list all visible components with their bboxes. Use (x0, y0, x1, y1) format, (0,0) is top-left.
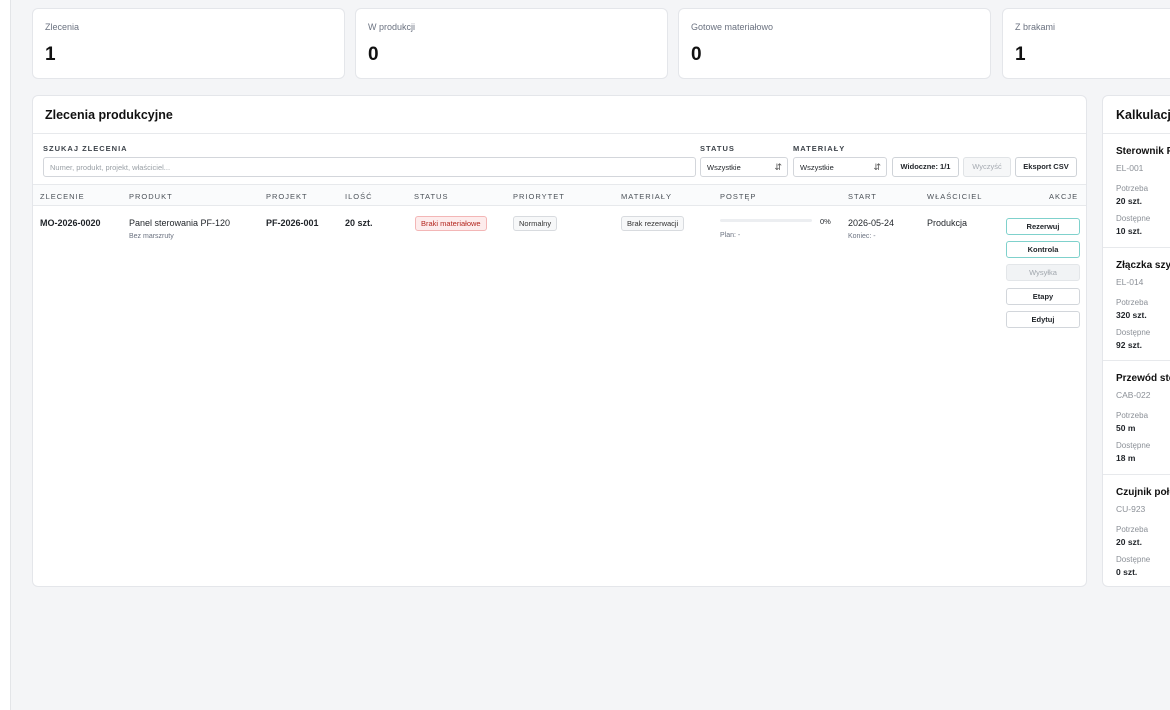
available-label: Dostępne (1116, 441, 1151, 450)
material-name: Złączka szynowa (1116, 260, 1170, 271)
search-label: SZUKAJ ZLECENIA (43, 144, 128, 153)
col-owner: WŁAŚCICIEL (927, 192, 983, 201)
materials-filter-select[interactable]: Wszystkie ⇵ (793, 157, 887, 177)
quantity: 20 szt. (345, 218, 373, 228)
progress-percent: 0% (820, 217, 831, 226)
material-code: EL-001 (1116, 163, 1144, 173)
available-value: 10 szt. (1116, 226, 1142, 236)
col-status: STATUS (414, 192, 449, 201)
divider (33, 133, 1086, 134)
export-csv-button[interactable]: Eksport CSV (1015, 157, 1077, 177)
col-product: PRODUKT (129, 192, 173, 201)
need-label: Potrzeba (1116, 184, 1149, 193)
need-label: Potrzeba (1116, 525, 1149, 534)
panel-title: Zlecenia produkcyjne (45, 108, 173, 122)
col-project: PROJEKT (266, 192, 308, 201)
order-number[interactable]: MO-2026-0020 (40, 218, 101, 228)
col-actions: AKCJE (1049, 192, 1079, 201)
col-qty: ILOŚĆ (345, 192, 373, 201)
table-header: ZLECENIE PRODUKT PROJEKT ILOŚĆ STATUS PR… (33, 184, 1086, 206)
stat-value: 0 (691, 44, 702, 65)
materials-filter-value: Wszystkie (800, 163, 834, 172)
need-value: 20 szt. (1116, 196, 1142, 206)
stat-value: 1 (1015, 44, 1026, 65)
material-code: EL-014 (1116, 277, 1144, 287)
edit-button[interactable]: Edytuj (1006, 311, 1080, 328)
col-progress: POSTĘP (720, 192, 757, 201)
end-date: Koniec: - (848, 233, 876, 240)
materials-filter-label: MATERIAŁY (793, 144, 846, 153)
product-name: Panel sterowania PF-120 (129, 218, 231, 228)
inspection-button[interactable]: Kontrola (1006, 241, 1080, 258)
visible-count-button[interactable]: Widoczne: 1/1 (892, 157, 959, 177)
col-materials: MATERIAŁY (621, 192, 672, 201)
need-label: Potrzeba (1116, 298, 1149, 307)
material-item: Sterownik PLC EL-001 Potrzeba 20 szt. Do… (1103, 133, 1170, 247)
shipment-button[interactable]: Wysyłka (1006, 264, 1080, 281)
status-filter-select[interactable]: Wszystkie ⇵ (700, 157, 788, 177)
materials-badge: Brak rezerwacji (621, 216, 685, 231)
stat-label: Gotowe materiałowo (691, 22, 774, 32)
material-item: Złączka szynowa EL-014 Potrzeba 320 szt.… (1103, 247, 1170, 361)
panel-title: Kalkulacja (1116, 108, 1170, 122)
status-filter-label: STATUS (700, 144, 735, 153)
material-code: CAB-022 (1116, 390, 1151, 400)
reserve-button[interactable]: Rezerwuj (1006, 218, 1080, 235)
stat-card-orders: Zlecenia 1 (32, 8, 345, 79)
stat-label: W produkcji (368, 22, 416, 32)
material-item: Przewód sterowniczy CAB-022 Potrzeba 50 … (1103, 360, 1170, 474)
start-date: 2026-05-24 (848, 218, 895, 228)
available-value: 18 m (1116, 453, 1136, 463)
owner: Produkcja (927, 218, 968, 228)
stat-card-material-ready: Gotowe materiałowo 0 (678, 8, 991, 79)
need-value: 20 szt. (1116, 537, 1142, 547)
col-start: START (848, 192, 877, 201)
material-name: Sterownik PLC (1116, 146, 1170, 157)
route-info: Bez marszruty (129, 233, 174, 240)
select-chevron-icon: ⇵ (873, 162, 881, 172)
status-badge: Braki materiałowe (415, 216, 487, 231)
available-label: Dostępne (1116, 214, 1151, 223)
col-priority: PRIORYTET (513, 192, 565, 201)
project-code: PF-2026-001 (266, 218, 319, 228)
material-code: CU-923 (1116, 504, 1146, 514)
available-value: 0 szt. (1116, 567, 1138, 577)
available-label: Dostępne (1116, 328, 1151, 337)
material-name: Czujnik położenia (1116, 487, 1170, 498)
need-value: 50 m (1116, 423, 1136, 433)
status-filter-value: Wszystkie (707, 163, 741, 172)
plan-info: Plan: - (720, 232, 741, 239)
select-chevron-icon: ⇵ (774, 162, 782, 172)
stat-label: Z brakami (1015, 22, 1056, 32)
need-label: Potrzeba (1116, 411, 1149, 420)
need-value: 320 szt. (1116, 310, 1147, 320)
available-label: Dostępne (1116, 555, 1151, 564)
progress-bar (720, 219, 812, 222)
available-value: 92 szt. (1116, 340, 1142, 350)
stat-card-shortages: Z brakami 1 (1002, 8, 1170, 79)
stages-button[interactable]: Etapy (1006, 288, 1080, 305)
sidebar-edge (0, 0, 11, 710)
stat-label: Zlecenia (45, 22, 80, 32)
priority-badge: Normalny (513, 216, 558, 231)
search-input[interactable] (43, 157, 696, 177)
production-orders-panel: Zlecenia produkcyjne SZUKAJ ZLECENIA STA… (32, 95, 1087, 587)
stat-value: 1 (45, 44, 56, 65)
material-item: Czujnik położenia CU-923 Potrzeba 20 szt… (1103, 474, 1170, 588)
col-order: ZLECENIE (40, 192, 85, 201)
material-name: Przewód sterowniczy (1116, 373, 1170, 384)
stat-card-in-production: W produkcji 0 (355, 8, 668, 79)
material-calculation-panel: Kalkulacja Sterownik PLC EL-001 Potrzeba… (1102, 95, 1170, 587)
stat-value: 0 (368, 44, 379, 65)
clear-filters-button[interactable]: Wyczyść (963, 157, 1011, 177)
